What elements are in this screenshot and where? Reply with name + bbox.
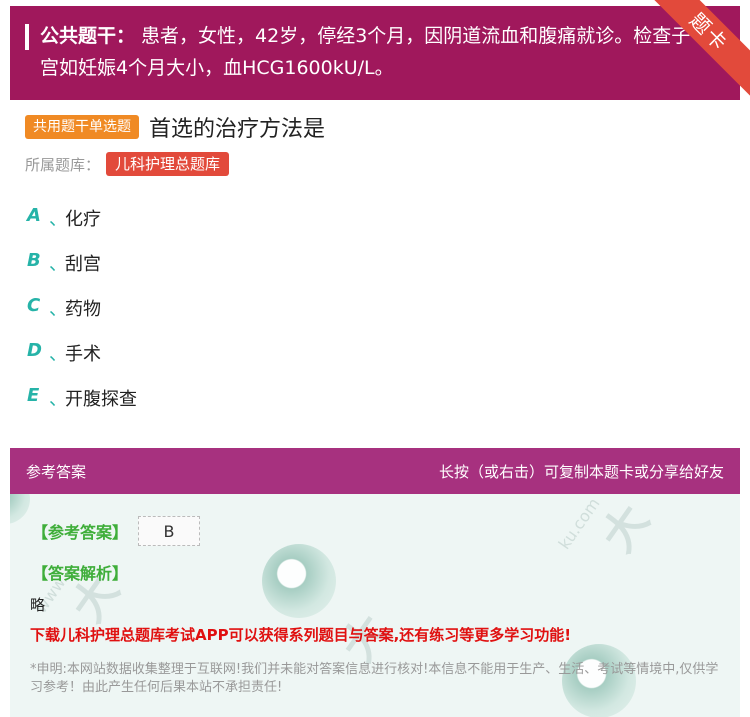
question-row: 共用题干单选题 首选的治疗方法是 — [25, 112, 325, 142]
option-text: 药物 — [65, 299, 101, 320]
bank-row: 所属题库： 儿科护理总题库 — [25, 152, 230, 176]
option-separator: 、 — [49, 254, 67, 275]
option-letter: D — [27, 340, 42, 361]
stem-accent-bar — [25, 24, 29, 50]
answer-header-title: 参考答案 — [26, 462, 87, 481]
option-text: 开腹探查 — [65, 389, 137, 410]
option-letter: B — [27, 250, 41, 271]
option-separator: 、 — [49, 299, 67, 320]
answer-header: 参考答案 长按（或右击）可复制本题卡或分享给好友 — [10, 448, 740, 494]
option-c[interactable]: C 、 药物 — [27, 295, 137, 340]
analysis-label: 【答案解析】 — [32, 564, 129, 583]
option-a[interactable]: A 、 化疗 — [27, 205, 137, 250]
option-letter: A — [27, 205, 41, 226]
option-text: 手术 — [65, 344, 101, 365]
disclaimer: *申明:本网站数据收集整理于互联网!我们并未能对答案信息进行核对!本信息不能用于… — [30, 662, 719, 695]
option-letter: E — [27, 385, 40, 406]
option-b[interactable]: B 、 刮宫 — [27, 250, 137, 295]
option-text: 刮宫 — [65, 254, 101, 275]
question-type-badge: 共用题干单选题 — [25, 115, 139, 139]
analysis-text: 略 — [30, 596, 46, 614]
bank-link[interactable]: 儿科护理总题库 — [106, 152, 230, 176]
download-promo-link[interactable]: 下载儿科护理总题库考试APP可以获得系列题目与答案,还有练习等更多学习功能! — [30, 624, 571, 645]
ribbon-text: 题卡 — [654, 0, 750, 96]
watermark-logo-icon — [262, 544, 336, 618]
option-separator: 、 — [49, 344, 67, 365]
reference-answer-value[interactable]: B — [138, 516, 201, 546]
question-stem: 公共题干： 患者，女性，42岁，停经3个月，因阴道流血和腹痛就诊。检查子宫如妊娠4… — [10, 6, 740, 100]
watermark-logo-icon — [10, 494, 30, 524]
option-d[interactable]: D 、 手术 — [27, 340, 137, 385]
option-separator: 、 — [49, 209, 67, 230]
stem-label: 公共题干： — [40, 25, 136, 47]
corner-ribbon: 题卡 — [654, 0, 750, 96]
option-e[interactable]: E 、 开腹探查 — [27, 385, 137, 430]
answer-body: 大 大 大 www. ku.com 【参考答案】 B 【答案解析】 略 下载儿科… — [10, 494, 740, 717]
reference-answer-label: 【参考答案】 — [32, 523, 129, 542]
stem-text: 患者，女性，42岁，停经3个月，因阴道流血和腹痛就诊。检查子宫如妊娠4个月大小，… — [40, 25, 691, 79]
bank-label: 所属题库： — [25, 155, 101, 174]
option-text: 化疗 — [65, 209, 101, 230]
option-list: A 、 化疗 B 、 刮宫 C 、 药物 D 、 手术 E 、 开腹探查 — [27, 205, 137, 430]
share-hint: 长按（或右击）可复制本题卡或分享给好友 — [438, 462, 724, 481]
reference-answer: 【参考答案】 B — [32, 516, 201, 546]
option-separator: 、 — [49, 389, 67, 410]
option-letter: C — [27, 295, 41, 316]
question-title: 首选的治疗方法是 — [149, 117, 326, 142]
